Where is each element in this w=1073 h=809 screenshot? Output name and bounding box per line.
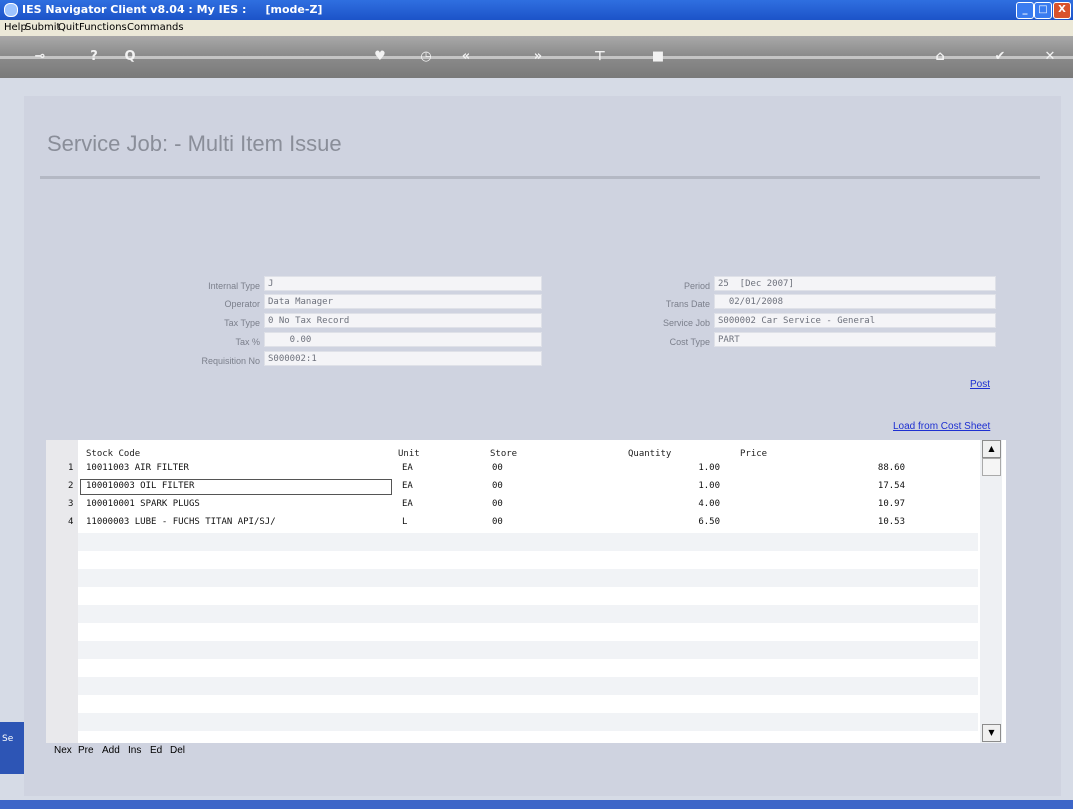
cost-type-field[interactable]: PART [714, 332, 996, 347]
row-number: 4 [68, 517, 74, 527]
table-row-empty [78, 641, 978, 659]
table-row-empty [78, 713, 978, 731]
tax-type-label: Tax Type [224, 318, 260, 328]
insert-button[interactable]: Ins [128, 745, 141, 756]
period-field[interactable]: 25 [Dec 2007] [714, 276, 996, 291]
cell-quantity[interactable]: 1.00 [670, 463, 720, 473]
tax-type-field[interactable]: 0 No Tax Record [264, 313, 542, 328]
row-number: 1 [68, 463, 74, 473]
app-window: IES Navigator Client v8.04 : My IES : [m… [0, 0, 1073, 809]
scroll-thumb[interactable] [982, 458, 1001, 476]
cell-price[interactable]: 88.60 [850, 463, 905, 473]
menu-help[interactable]: Help [4, 22, 27, 33]
requisition-no-label: Requisition No [201, 356, 260, 366]
cell-store[interactable]: 00 [492, 463, 503, 473]
cell-quantity[interactable]: 6.50 [670, 517, 720, 527]
page-title: Service Job: - Multi Item Issue [47, 131, 342, 156]
cell-unit[interactable]: EA [402, 481, 413, 491]
operator-label: Operator [224, 299, 260, 309]
col-header-stock-code: Stock Code [86, 449, 141, 459]
col-header-quantity: Quantity [628, 449, 672, 459]
requisition-no-field[interactable]: S000002:1 [264, 351, 542, 366]
search-icon[interactable]: Q [120, 49, 140, 65]
trans-date-field[interactable]: 02/01/2008 [714, 294, 996, 309]
edit-button[interactable]: Ed [150, 745, 162, 756]
scroll-up-button[interactable]: ▲ [982, 440, 1001, 458]
tree-icon[interactable]: ⊤ [590, 49, 610, 65]
add-button[interactable]: Add [102, 745, 120, 756]
title-bar: IES Navigator Client v8.04 : My IES : [m… [0, 0, 1073, 20]
key-icon[interactable]: ⊸ [30, 49, 50, 65]
cell-store[interactable]: 00 [492, 517, 503, 527]
operator-field[interactable]: Data Manager [264, 294, 542, 309]
cell-stock-code[interactable]: 10011003 AIR FILTER [86, 463, 189, 473]
cell-quantity[interactable]: 4.00 [670, 499, 720, 509]
table-row-empty [78, 569, 978, 587]
table-row-empty [78, 533, 978, 551]
minimize-button[interactable]: _ [1016, 2, 1034, 19]
internal-type-field[interactable]: J [264, 276, 542, 291]
title-divider [40, 176, 1040, 179]
cell-quantity[interactable]: 1.00 [670, 481, 720, 491]
maximize-button[interactable]: □ [1034, 2, 1052, 19]
tax-percent-label: Tax % [235, 337, 260, 347]
tax-percent-field[interactable]: 0.00 [264, 332, 542, 347]
cell-price[interactable]: 10.53 [850, 517, 905, 527]
next-button[interactable]: Nex [54, 745, 72, 756]
taskbar-edge [0, 800, 1073, 809]
row-number: 2 [68, 481, 74, 491]
vertical-scrollbar[interactable]: ▲ ▼ [980, 440, 1002, 743]
scroll-down-button[interactable]: ▼ [982, 724, 1001, 742]
cell-stock-code[interactable]: 100010003 OIL FILTER [86, 481, 194, 491]
row-number: 3 [68, 499, 74, 509]
side-panel-stub[interactable]: Se [0, 722, 24, 774]
toolbar: ⊸ ? Q ♥ ◷ « » ⊤ ■ ⌂ ✔ ✕ [0, 36, 1073, 78]
cell-price[interactable]: 10.97 [850, 499, 905, 509]
internal-type-label: Internal Type [208, 281, 260, 291]
cell-unit[interactable]: L [402, 517, 407, 527]
trans-date-label: Trans Date [665, 299, 710, 309]
previous-button[interactable]: Pre [78, 745, 94, 756]
last-icon[interactable]: » [528, 49, 548, 65]
help-icon[interactable]: ? [84, 49, 104, 65]
window-title: IES Navigator Client v8.04 : My IES : [m… [22, 3, 323, 16]
load-from-cost-sheet-link[interactable]: Load from Cost Sheet [893, 421, 990, 432]
cell-stock-code[interactable]: 11000003 LUBE - FUCHS TITAN API/SJ/ [86, 517, 276, 527]
first-icon[interactable]: « [456, 49, 476, 65]
heart-icon[interactable]: ♥ [370, 49, 390, 65]
service-job-field[interactable]: S000002 Car Service - General [714, 313, 996, 328]
cell-unit[interactable]: EA [402, 499, 413, 509]
cell-store[interactable]: 00 [492, 499, 503, 509]
app-icon [4, 3, 18, 17]
home-icon[interactable]: ⌂ [930, 49, 950, 65]
cost-type-label: Cost Type [669, 337, 710, 347]
menu-functions[interactable]: Functions [79, 22, 127, 33]
side-panel-label: Se [2, 734, 14, 744]
service-job-label: Service Job [662, 318, 710, 328]
cell-unit[interactable]: EA [402, 463, 413, 473]
close-window-button[interactable]: X [1053, 2, 1071, 19]
period-label: Period [683, 281, 710, 291]
menu-quit[interactable]: Quit [58, 22, 79, 33]
cell-stock-code[interactable]: 100010001 SPARK PLUGS [86, 499, 200, 509]
delete-button[interactable]: Del [170, 745, 185, 756]
check-icon[interactable]: ✔ [990, 49, 1010, 65]
clock-icon[interactable]: ◷ [416, 49, 436, 65]
cell-price[interactable]: 17.54 [850, 481, 905, 491]
post-link[interactable]: Post [970, 379, 990, 390]
menu-submit[interactable]: Submit [25, 22, 60, 33]
cell-store[interactable]: 00 [492, 481, 503, 491]
col-header-price: Price [740, 449, 768, 459]
close-icon[interactable]: ✕ [1040, 49, 1060, 65]
col-header-unit: Unit [398, 449, 420, 459]
col-header-store: Store [490, 449, 518, 459]
table-row-empty [78, 677, 978, 695]
menu-bar: Help Submit Quit Functions Commands [0, 20, 1073, 36]
menu-commands[interactable]: Commands [127, 22, 184, 33]
table-row-empty [78, 605, 978, 623]
stop-icon[interactable]: ■ [648, 49, 668, 65]
